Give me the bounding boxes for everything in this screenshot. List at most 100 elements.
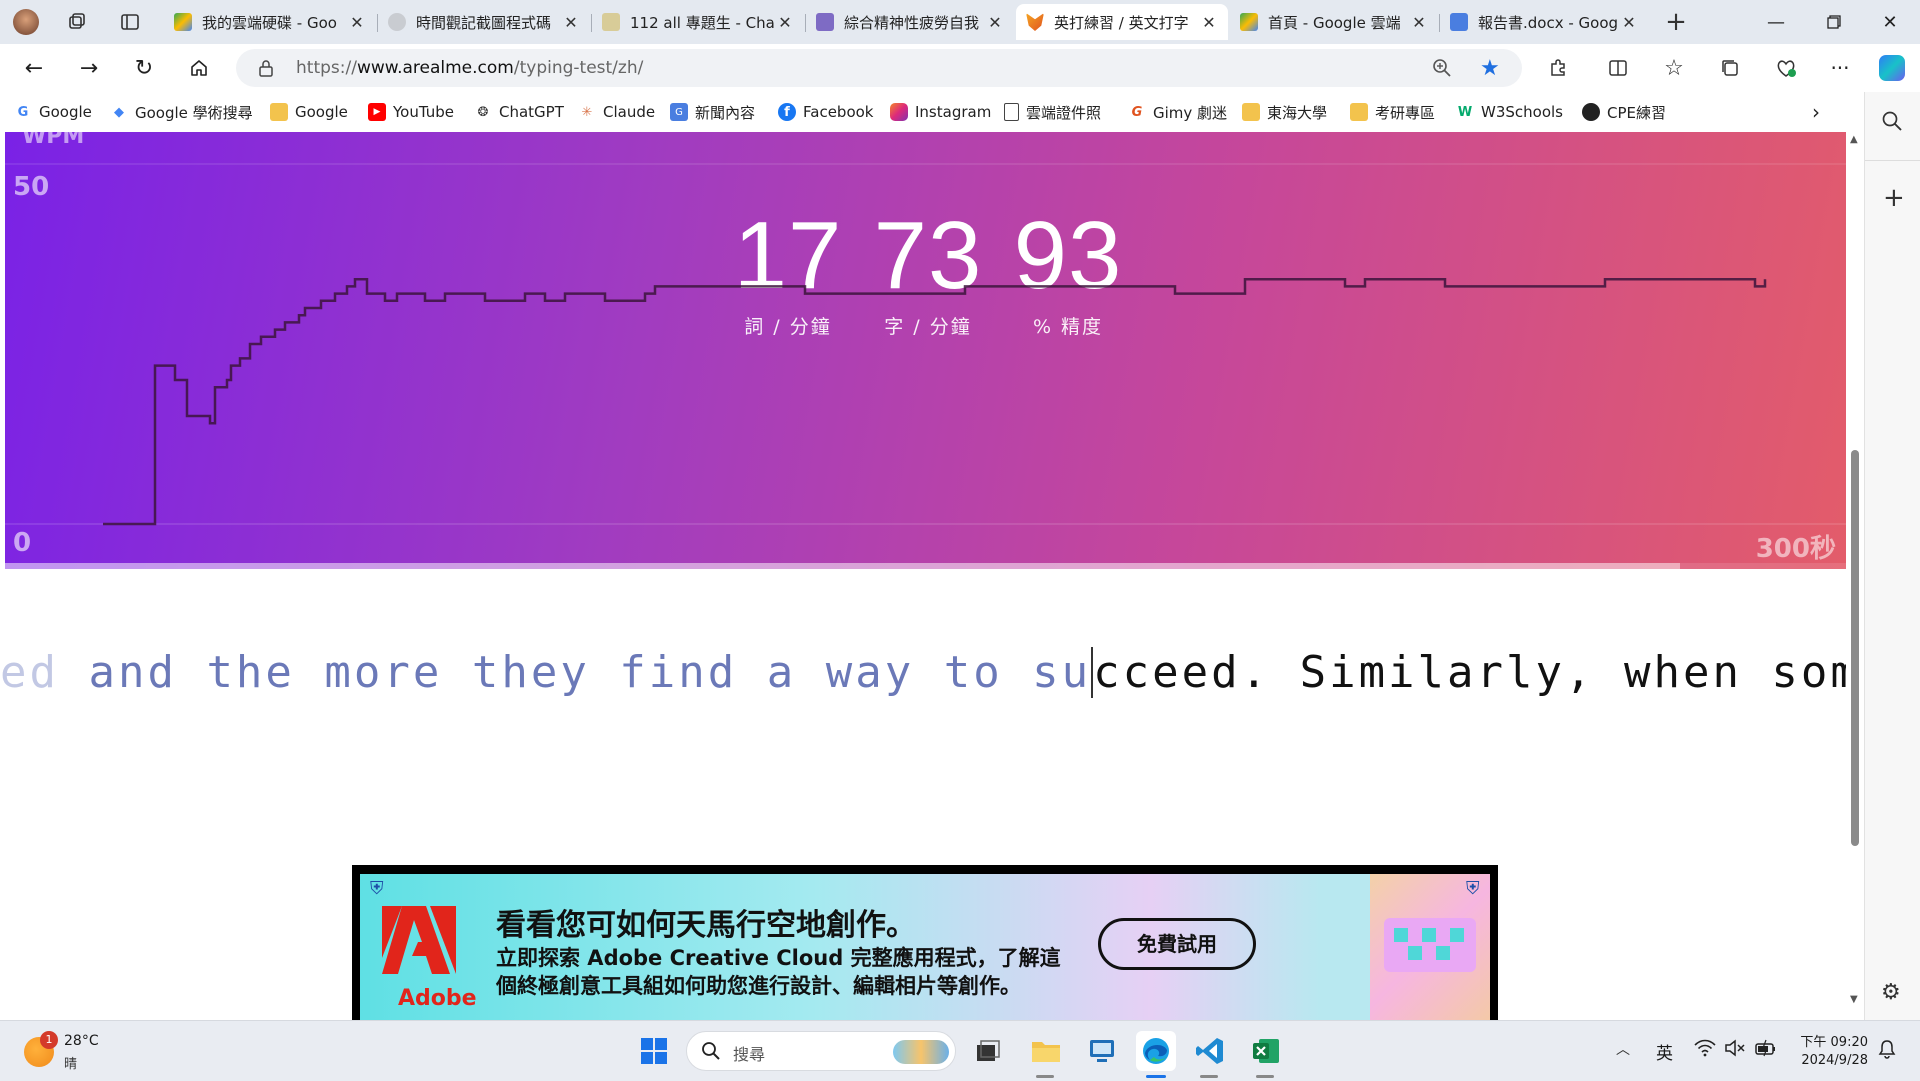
close-tab-icon[interactable]: ✕ — [984, 13, 1006, 32]
vscode-icon[interactable] — [1190, 1031, 1230, 1071]
new-tab-button[interactable]: + — [1662, 7, 1690, 37]
tab-chat[interactable]: 112 all 專題生 - Chat ✕ — [592, 4, 804, 40]
tab-report-docx[interactable]: 報告書.docx - Googl ✕ — [1440, 4, 1648, 40]
scrollbar-thumb[interactable] — [1851, 450, 1859, 846]
bookmark-claude[interactable]: ✳ Claude — [578, 100, 656, 124]
close-tab-icon[interactable]: ✕ — [1198, 13, 1220, 32]
sidebar-search-icon[interactable] — [1881, 110, 1903, 136]
youtube-icon: ▶ — [368, 103, 386, 121]
forward-button[interactable]: → — [71, 52, 107, 84]
folder-icon — [1242, 103, 1260, 121]
favorite-star-icon[interactable]: ★ — [1480, 56, 1500, 81]
zoom-icon[interactable] — [1432, 58, 1452, 82]
google-drive-icon — [174, 13, 192, 31]
adobe-ad-banner[interactable]: ⛨ Adobe 看看您可如何天馬行空地創作。 立即探索 Adobe Creati… — [352, 865, 1498, 1020]
more-menu-icon[interactable]: ··· — [1822, 52, 1858, 84]
weather-temp: 28°C — [64, 1033, 99, 1049]
extensions-icon[interactable] — [1540, 52, 1576, 84]
url-text[interactable]: https://www.arealme.com/typing-test/zh/ — [296, 49, 643, 87]
show-hidden-icons-chevron-icon[interactable]: ︿ — [1616, 1039, 1630, 1059]
file-explorer-icon[interactable] — [1026, 1031, 1066, 1071]
scroll-up-arrow-icon[interactable]: ▲ — [1850, 134, 1858, 145]
tab-bar: 我的雲端硬碟 - Goo ✕ 時間觀記截圖程式碼 ✕ 112 all 專題生 -… — [0, 0, 1920, 44]
address-bar[interactable]: https://www.arealme.com/typing-test/zh/ … — [236, 49, 1522, 87]
close-tab-icon[interactable]: ✕ — [346, 13, 368, 32]
home-button[interactable] — [181, 52, 217, 84]
bookmark-scholar[interactable]: ◆ Google 學術搜尋 — [110, 100, 253, 124]
notifications-bell-icon[interactable] — [1878, 1039, 1896, 1063]
close-window-button[interactable]: ✕ — [1862, 0, 1918, 44]
bookmark-news[interactable]: G 新聞內容 — [670, 100, 755, 124]
ime-indicator[interactable]: 英 — [1656, 1039, 1673, 1064]
instagram-icon — [890, 103, 908, 121]
close-tab-icon[interactable]: ✕ — [774, 13, 796, 32]
adobe-brand-label: Adobe — [398, 986, 477, 1011]
close-tab-icon[interactable]: ✕ — [560, 13, 582, 32]
tab-fatigue-form[interactable]: 綜合精神性疲勞自我 ✕ — [806, 4, 1014, 40]
chat-icon — [602, 13, 620, 31]
weather-desc: 晴 — [64, 1057, 78, 1072]
scroll-down-arrow-icon[interactable]: ▼ — [1850, 994, 1858, 1005]
bookmark-w3schools[interactable]: W W3Schools — [1456, 100, 1563, 124]
bookmark-cloud-id-photo[interactable]: 雲端證件照 — [1004, 100, 1101, 124]
tab-google-drive-home[interactable]: 首頁 - Google 雲端 ✕ — [1230, 4, 1438, 40]
minimize-button[interactable]: — — [1748, 0, 1804, 44]
start-windows-icon[interactable] — [634, 1031, 674, 1071]
tab-typing-test[interactable]: 英打練習 / 英文打字 ✕ — [1016, 4, 1228, 40]
ad-content[interactable]: ⛨ Adobe 看看您可如何天馬行空地創作。 立即探索 Adobe Creati… — [360, 874, 1490, 1020]
scholar-icon: ◆ — [114, 104, 124, 120]
tab-google-drive[interactable]: 我的雲端硬碟 - Goo ✕ — [164, 4, 376, 40]
task-view-icon[interactable] — [968, 1031, 1008, 1071]
bookmarks-overflow-chevron-icon[interactable]: › — [1812, 100, 1820, 124]
tab-actions-icon[interactable] — [116, 8, 144, 36]
page-scrollbar[interactable]: ▲ ▼ — [1846, 132, 1864, 1020]
wifi-icon[interactable] — [1694, 1039, 1716, 1061]
volume-muted-icon[interactable] — [1724, 1039, 1746, 1061]
remote-desktop-icon[interactable] — [1082, 1031, 1122, 1071]
ad-free-trial-button[interactable]: 免費試用 — [1098, 918, 1256, 970]
ad-close-shield-icon[interactable]: ⛨ — [1466, 878, 1480, 899]
bookmark-grad-exam[interactable]: 考研專區 — [1350, 100, 1435, 124]
restore-button[interactable] — [1806, 0, 1862, 44]
taskbar-search[interactable]: 搜尋 — [686, 1031, 956, 1071]
google-docs-icon — [1450, 13, 1468, 31]
bookmark-thu[interactable]: 東海大學 — [1242, 100, 1327, 124]
clock[interactable]: 下午 09:20 2024/9/28 — [1792, 1031, 1868, 1068]
lock-icon[interactable] — [258, 59, 274, 81]
edge-browser-icon[interactable] — [1136, 1031, 1176, 1071]
bookmark-youtube[interactable]: ▶ YouTube — [368, 100, 454, 124]
sidebar-settings-icon[interactable]: ⚙ — [1881, 980, 1901, 1005]
bookmark-instagram[interactable]: Instagram — [890, 100, 991, 124]
profile-avatar[interactable] — [12, 8, 40, 36]
text-typed: and the more they find a way to su — [88, 647, 1092, 698]
battery-icon[interactable] — [1754, 1039, 1778, 1061]
favorites-icon[interactable]: ☆ — [1656, 52, 1692, 84]
folder-icon — [270, 103, 288, 121]
copilot-icon[interactable] — [1874, 52, 1910, 84]
bookmark-google-folder[interactable]: Google — [270, 100, 348, 124]
google-forms-icon — [816, 13, 834, 31]
excel-icon[interactable] — [1246, 1031, 1286, 1071]
typing-text-line[interactable]: ed and the more they find a way to succe… — [0, 647, 1846, 717]
bookmarks-bar: G Google ◆ Google 學術搜尋 Google ▶ YouTube ❂ Ch… — [0, 92, 1920, 132]
browser-essentials-icon[interactable] — [1768, 52, 1804, 84]
back-button[interactable]: ← — [16, 52, 52, 84]
add-sidebar-app-icon[interactable]: + — [1883, 185, 1905, 211]
close-tab-icon[interactable]: ✕ — [1618, 13, 1640, 32]
refresh-button[interactable]: ↻ — [126, 52, 162, 84]
split-screen-icon[interactable] — [1600, 52, 1636, 84]
workspaces-icon[interactable] — [63, 8, 91, 36]
collections-icon[interactable] — [1712, 52, 1748, 84]
taskbar-search-icon — [701, 1041, 721, 1065]
ad-headline: 看看您可如何天馬行空地創作。 — [496, 908, 916, 943]
bookmark-chatgpt[interactable]: ❂ ChatGPT — [474, 100, 564, 124]
bookmark-gimy[interactable]: G Gimy 劇迷 — [1128, 100, 1227, 124]
bookmark-cpe[interactable]: CPE練習 — [1582, 100, 1666, 124]
news-icon: G — [670, 103, 688, 121]
clock-time: 下午 09:20 — [1800, 1035, 1868, 1050]
bookmark-google[interactable]: G Google — [14, 100, 92, 124]
bookmark-facebook[interactable]: f Facebook — [778, 100, 873, 124]
close-tab-icon[interactable]: ✕ — [1408, 13, 1430, 32]
web-page: WPM 50 0 300秒 17 詞 / 分鐘 73 字 / 分鐘 93 % 精… — [0, 132, 1864, 1020]
tab-screenshot-code[interactable]: 時間觀記截圖程式碼 ✕ — [378, 4, 590, 40]
